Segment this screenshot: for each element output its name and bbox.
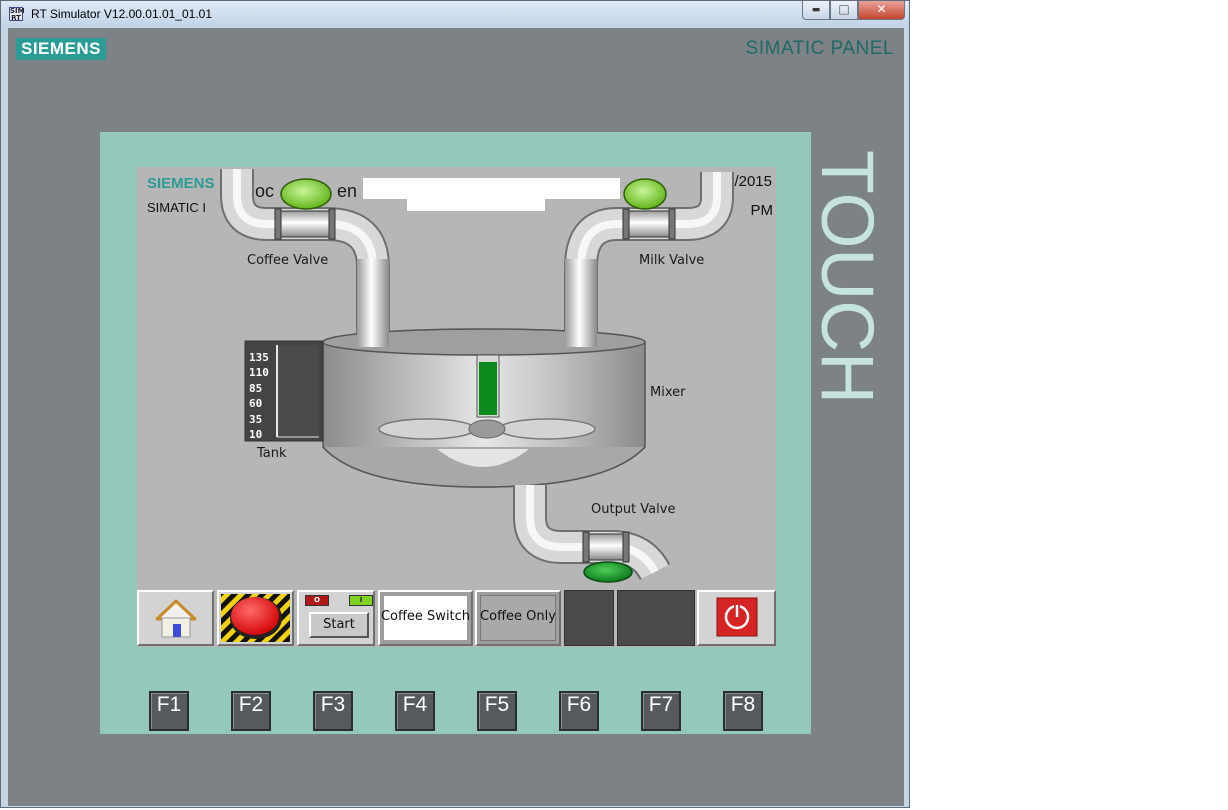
process-graphic	[220, 169, 734, 583]
hmi-screen[interactable]: SIEMENS SIMATIC I oc en /2015 PM 135 110…	[137, 167, 776, 647]
close-button[interactable]: ✕	[858, 1, 905, 20]
output-valve-label: Output Valve	[591, 502, 676, 517]
output-valve-indicator	[583, 561, 633, 583]
coffee-only-label: Coffee Only	[480, 609, 556, 624]
function-key-label: F6	[566, 693, 592, 716]
tank-label: Tank	[257, 446, 287, 461]
close-icon: ✕	[876, 2, 887, 16]
empty-button-1[interactable]	[564, 590, 614, 646]
tank-scale-tick: 85	[249, 381, 263, 395]
tank-scale-tick: 60	[249, 397, 263, 411]
title-bar[interactable]: SIM RT RT Simulator V12.00.01.01_01.01 ▬…	[1, 1, 909, 27]
tank-scale: 135 110 85 60 35 10	[249, 350, 279, 442]
panel-bezel: TOUCH SIEMENS SIMATIC I oc en /2015 PM 1…	[100, 132, 889, 734]
function-key-label: F3	[320, 693, 346, 716]
minimize-icon: ▬	[811, 5, 821, 15]
app-icon: SIM RT	[9, 7, 25, 22]
function-key-label: F1	[156, 693, 182, 716]
panel-brand: SIMATIC PANEL	[745, 38, 894, 59]
milk-valve-indicator	[623, 178, 667, 210]
function-key-f6[interactable]: F6	[559, 691, 599, 731]
function-key-f2[interactable]: F2	[231, 691, 271, 731]
start-button[interactable]: Start	[309, 612, 369, 638]
coffee-only-button[interactable]: Coffee Only	[475, 590, 561, 646]
maximize-icon: □	[838, 2, 850, 16]
tank-scale-tick: 35	[249, 412, 263, 426]
window-title: RT Simulator V12.00.01.01_01.01	[31, 7, 213, 21]
function-key-label: F5	[484, 693, 510, 716]
mixer-label: Mixer	[650, 385, 686, 400]
maximize-button[interactable]: □	[830, 1, 858, 20]
milk-valve-label: Milk Valve	[639, 253, 705, 268]
function-key-label: F8	[730, 693, 756, 716]
hmi-panel: SIEMENS SIMATIC PANEL TOUCH SIEMENS SIMA…	[8, 28, 904, 806]
function-key-f3[interactable]: F3	[313, 691, 353, 731]
simulator-window: SIM RT RT Simulator V12.00.01.01_01.01 ▬…	[0, 0, 910, 808]
home-button[interactable]	[137, 590, 214, 646]
start-off-indicator: O	[305, 595, 329, 606]
minimize-button[interactable]: ▬	[802, 1, 830, 20]
siemens-logo: SIEMENS	[16, 38, 106, 60]
coffee-valve-indicator	[280, 178, 332, 210]
emergency-stop-button[interactable]	[217, 590, 294, 646]
coffee-switch-button[interactable]: Coffee Switch	[378, 590, 473, 646]
coffee-switch-label: Coffee Switch	[380, 609, 471, 624]
start-button-panel: O I Start	[297, 590, 375, 646]
function-key-f5[interactable]: F5	[477, 691, 517, 731]
power-button[interactable]	[697, 590, 776, 646]
function-key-label: F2	[238, 693, 264, 716]
function-key-label: F7	[648, 693, 674, 716]
coffee-valve-label: Coffee Valve	[247, 253, 329, 268]
tank-scale-tick: 135	[249, 351, 269, 364]
output-pipe	[513, 485, 671, 581]
power-icon	[716, 597, 758, 637]
function-key-label: F4	[402, 693, 428, 716]
home-icon	[155, 599, 197, 638]
tank-scale-tick: 110	[249, 366, 269, 380]
function-key-f1[interactable]: F1	[149, 691, 189, 731]
tank-scale-tick: 10	[249, 428, 263, 442]
function-key-f8[interactable]: F8	[723, 691, 763, 731]
touch-label: TOUCH	[806, 146, 892, 416]
touch-text: TOUCH	[810, 150, 889, 404]
start-on-indicator: I	[349, 595, 373, 606]
emergency-stop-icon	[221, 594, 290, 642]
empty-button-2[interactable]	[617, 590, 695, 646]
function-key-f4[interactable]: F4	[395, 691, 435, 731]
function-key-f7[interactable]: F7	[641, 691, 681, 731]
